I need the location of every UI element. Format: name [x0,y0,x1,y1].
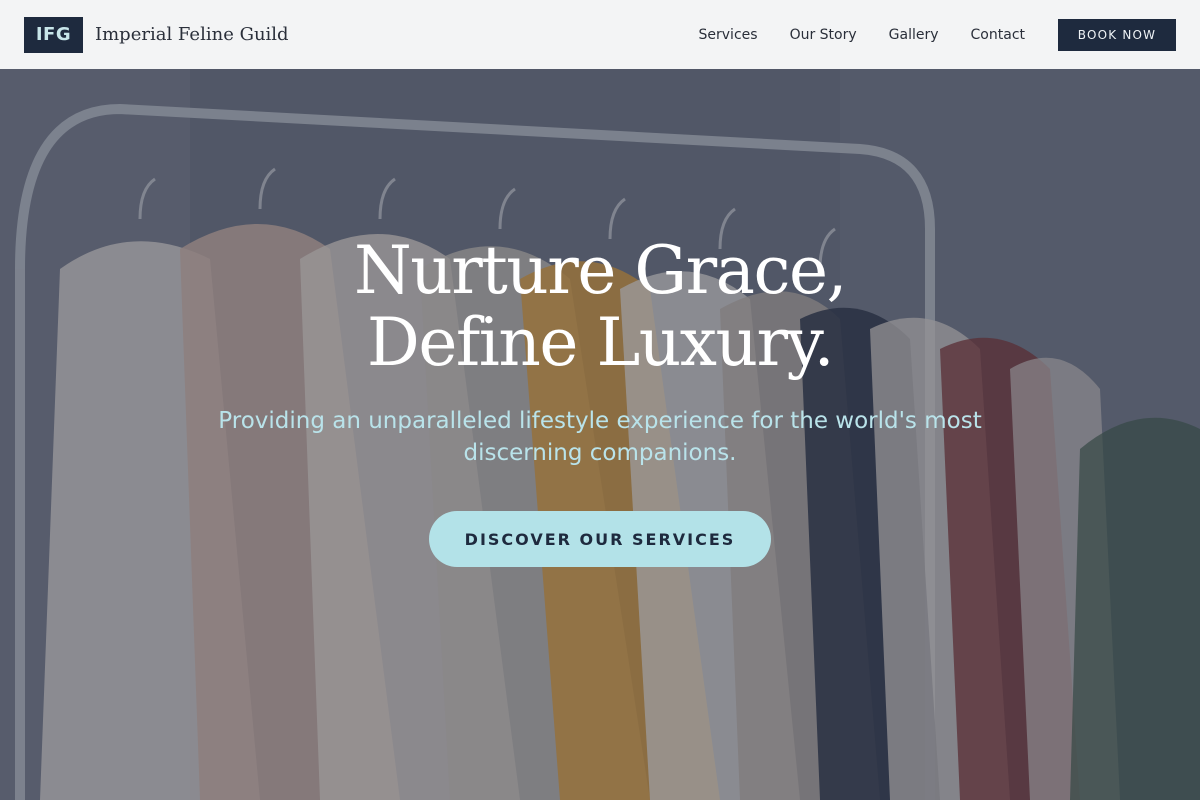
discover-services-button[interactable]: DISCOVER OUR SERVICES [429,511,771,567]
nav-link-contact[interactable]: Contact [971,27,1025,43]
site-header: IFG Imperial Feline Guild Services Our S… [0,0,1200,69]
main-nav: Services Our Story Gallery Contact [699,27,1025,43]
logo-badge[interactable]: IFG [24,16,83,53]
hero-subtitle: Providing an unparalleled lifestyle expe… [218,408,982,466]
hero-content: Nurture Grace, Define Luxury. Providing … [0,69,1200,800]
book-now-button[interactable]: BOOK NOW [1058,18,1176,51]
hero-title: Nurture Grace, Define Luxury. [353,232,848,381]
nav-link-services[interactable]: Services [699,27,758,43]
nav-link-our-story[interactable]: Our Story [790,27,857,43]
nav-link-gallery[interactable]: Gallery [889,27,939,43]
hero-section: Nurture Grace, Define Luxury. Providing … [0,69,1200,800]
brand-name[interactable]: Imperial Feline Guild [95,24,289,45]
